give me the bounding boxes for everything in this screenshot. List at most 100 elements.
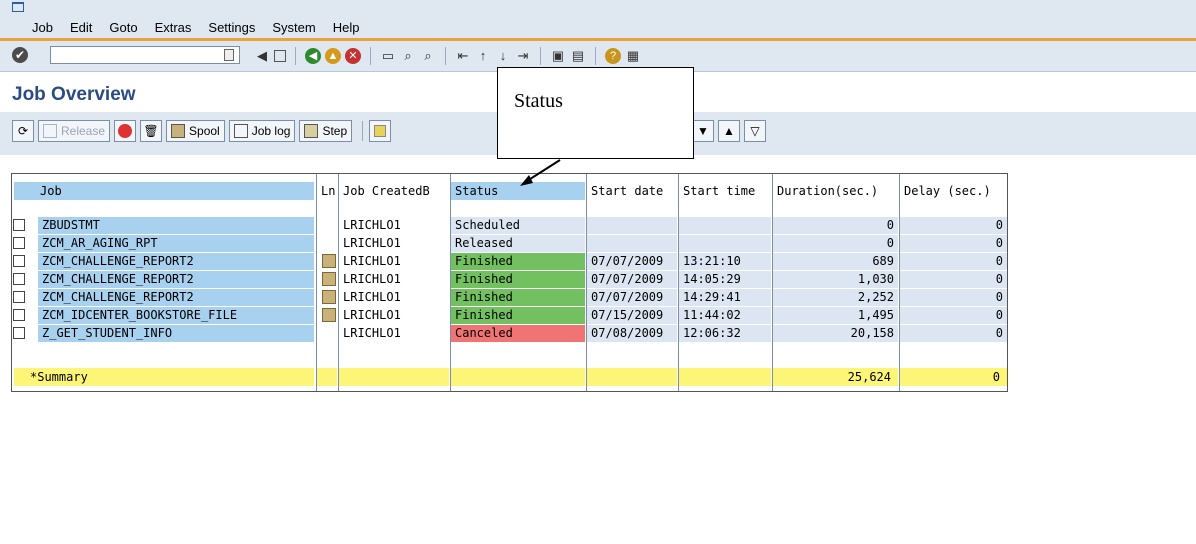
created-by-cell: LRICHLO1 <box>343 326 401 340</box>
print-icon[interactable]: ▭ <box>380 48 396 64</box>
enter-icon[interactable]: ✔ <box>12 47 28 63</box>
job-name-cell[interactable]: ZBUDSTMT <box>38 217 314 234</box>
menu-extras[interactable]: Extras <box>155 20 192 35</box>
cancel-icon[interactable]: ✕ <box>345 48 361 64</box>
shortcut-icon[interactable]: ▤ <box>570 48 586 64</box>
menu-help[interactable]: Help <box>333 20 360 35</box>
start-date-cell <box>587 235 677 252</box>
duration-cell: 1,030 <box>773 271 898 288</box>
print-preview-icon: ▲ <box>723 124 735 138</box>
job-name-cell[interactable]: ZCM_AR_AGING_RPT <box>38 235 314 252</box>
release-label: Release <box>61 124 106 138</box>
status-callout: Status <box>497 67 694 159</box>
spool-icon[interactable] <box>322 290 336 304</box>
job-name-cell[interactable]: Z_GET_STUDENT_INFO <box>38 325 314 342</box>
find-next-icon[interactable]: ⌕ <box>420 48 436 64</box>
toolbar-separator <box>362 121 364 141</box>
job-name-cell[interactable]: ZCM_CHALLENGE_REPORT2 <box>38 289 314 306</box>
column-header-delay[interactable]: Delay (sec.) <box>900 182 1007 200</box>
layout-icon: ▽ <box>750 124 760 138</box>
job-name-cell[interactable]: ZCM_IDCENTER_BOOKSTORE_FILE <box>38 307 314 324</box>
job-log-button[interactable]: Job log <box>228 120 296 142</box>
status-cell: Finished <box>451 253 585 270</box>
start-date-cell: 07/07/2009 <box>587 271 677 288</box>
job-log-label: Job log <box>251 124 291 138</box>
column-header-created-by[interactable]: Job CreatedB <box>339 182 449 200</box>
created-by-cell: LRICHLO1 <box>343 254 401 268</box>
spool-button[interactable]: Spool <box>166 120 225 142</box>
spool-icon[interactable] <box>322 254 336 268</box>
exit-icon[interactable]: ▲ <box>325 48 341 64</box>
job-name-cell[interactable]: ZCM_CHALLENGE_REPORT2 <box>38 271 314 288</box>
status-cell: Finished <box>451 271 585 288</box>
spool-icon[interactable] <box>322 308 336 322</box>
column-header-start-date[interactable]: Start date <box>587 182 677 200</box>
application-servers-button[interactable] <box>369 120 392 142</box>
application-toolbar-right: ▼ ▲ ▽ <box>692 120 770 142</box>
row-checkbox[interactable] <box>13 219 25 231</box>
menu-goto[interactable]: Goto <box>109 20 137 35</box>
start-date-cell: 07/15/2009 <box>587 307 677 324</box>
layout-menu-icon[interactable]: ▦ <box>625 48 641 64</box>
duration-cell: 0 <box>773 217 898 234</box>
summary-duration: 25,624 <box>847 370 891 384</box>
spool-icon[interactable] <box>322 272 336 286</box>
row-checkbox[interactable] <box>13 327 25 339</box>
stop-button[interactable] <box>114 120 137 142</box>
previous-page-icon[interactable]: ↑ <box>475 48 491 64</box>
column-header-duration[interactable]: Duration(sec.) <box>773 182 898 200</box>
command-field[interactable] <box>50 46 240 64</box>
last-page-icon[interactable]: ⇥ <box>515 48 531 64</box>
column-header-job[interactable]: Job <box>14 182 314 200</box>
server-icon <box>374 125 387 137</box>
summary-row-startdate <box>587 368 677 386</box>
menu-system[interactable]: System <box>272 20 315 35</box>
toolbar-separator <box>595 47 596 65</box>
delay-cell: 0 <box>900 325 1007 342</box>
command-history-icon[interactable] <box>224 49 234 61</box>
column-header-start-time[interactable]: Start time <box>679 182 771 200</box>
summary-row-createdby <box>339 368 449 386</box>
column-header-status[interactable]: Status <box>451 182 585 200</box>
menu-settings[interactable]: Settings <box>208 20 255 35</box>
menu-edit[interactable]: Edit <box>70 20 92 35</box>
filter-button[interactable]: ▼ <box>692 120 714 142</box>
created-by-cell: LRICHLO1 <box>343 272 401 286</box>
window-menu-icon[interactable] <box>12 2 24 12</box>
back-icon[interactable]: ◀ <box>305 48 321 64</box>
save-icon[interactable] <box>274 50 286 62</box>
status-cell: Scheduled <box>451 217 585 234</box>
row-checkbox[interactable] <box>13 309 25 321</box>
start-time-cell <box>679 217 771 234</box>
start-time-cell: 14:05:29 <box>679 271 771 288</box>
back-arrow-icon[interactable]: ◀ <box>254 48 270 64</box>
next-page-icon[interactable]: ↓ <box>495 48 511 64</box>
trash-icon: 🗑 <box>143 124 159 138</box>
save-layout-button[interactable]: ▽ <box>744 120 766 142</box>
help-icon[interactable]: ? <box>605 48 621 64</box>
delete-button[interactable]: 🗑 <box>140 120 163 142</box>
job-name-cell[interactable]: ZCM_CHALLENGE_REPORT2 <box>38 253 314 270</box>
row-checkbox[interactable] <box>13 291 25 303</box>
column-header-ln[interactable]: Ln <box>317 182 337 200</box>
refresh-button[interactable]: ⟳ <box>12 120 34 142</box>
toolbar-separator <box>370 47 371 65</box>
start-date-cell <box>587 217 677 234</box>
row-checkbox[interactable] <box>13 273 25 285</box>
toolbar-separator <box>295 47 296 65</box>
step-button[interactable]: Step <box>299 120 353 142</box>
row-checkbox[interactable] <box>13 255 25 267</box>
release-button[interactable]: Release <box>38 120 111 142</box>
start-time-cell: 12:06:32 <box>679 325 771 342</box>
print-preview-button[interactable]: ▲ <box>718 120 740 142</box>
summary-row-status <box>451 368 585 386</box>
find-icon[interactable]: ⌕ <box>400 48 416 64</box>
spool-label: Spool <box>189 124 220 138</box>
duration-cell: 2,252 <box>773 289 898 306</box>
first-page-icon[interactable]: ⇤ <box>455 48 471 64</box>
summary-row-ln <box>317 368 337 386</box>
row-checkbox[interactable] <box>13 237 25 249</box>
menu-job[interactable]: Job <box>32 20 53 35</box>
new-session-icon[interactable]: ▣ <box>550 48 566 64</box>
release-icon <box>43 124 57 138</box>
